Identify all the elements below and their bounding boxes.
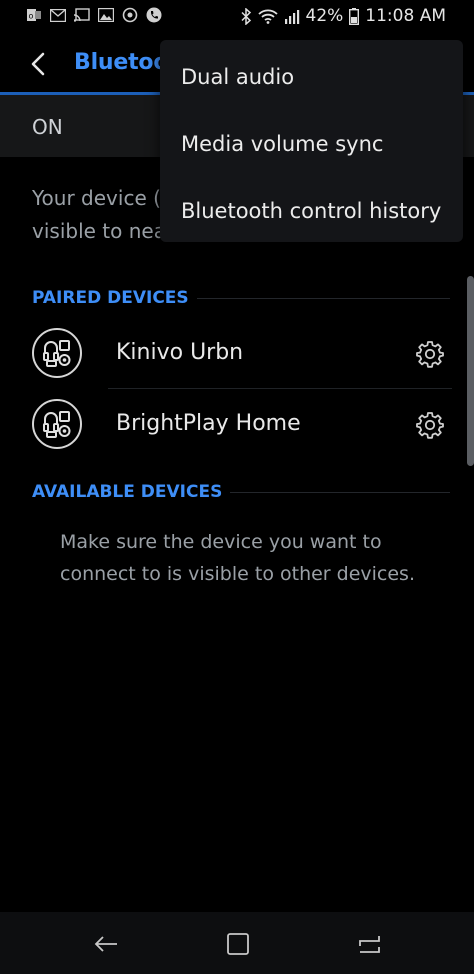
available-devices-header: AVAILABLE DEVICES: [32, 482, 450, 502]
scrollbar-thumb[interactable]: [467, 276, 474, 466]
home-square-icon: [227, 933, 249, 955]
back-button[interactable]: [22, 48, 54, 80]
cast-icon: [74, 7, 90, 23]
battery-icon: [349, 7, 360, 25]
recent-apps-icon: [359, 936, 380, 953]
paired-device-row-brightplay[interactable]: BrightPlay Home: [0, 391, 474, 461]
status-bar: o 42% 11:08 AM: [0, 0, 474, 34]
notification-icons: o: [26, 7, 162, 23]
back-arrow-icon: [94, 936, 117, 952]
email-icon: [50, 7, 66, 23]
system-status: 42% 11:08 AM: [240, 6, 446, 26]
gear-icon: [416, 412, 444, 439]
clock: 11:08 AM: [365, 6, 446, 26]
device-settings-button[interactable]: [414, 409, 446, 441]
cellular-signal-icon: [284, 9, 300, 24]
menu-item-bluetooth-control-history[interactable]: Bluetooth control history: [160, 177, 463, 244]
section-divider: [196, 297, 450, 299]
navigation-bar: [0, 912, 474, 974]
menu-item-dual-audio[interactable]: Dual audio: [160, 43, 463, 110]
gear-icon: [416, 341, 444, 368]
audio-device-icon: [32, 399, 82, 449]
device-settings-button[interactable]: [414, 338, 446, 370]
paired-devices-title: PAIRED DEVICES: [32, 288, 189, 308]
audio-device-icon: [32, 328, 82, 378]
outlook-notification-icon: o: [26, 7, 42, 23]
overflow-menu: Dual audio Media volume sync Bluetooth c…: [160, 40, 463, 242]
menu-item-media-volume-sync[interactable]: Media volume sync: [160, 110, 463, 177]
bluetooth-icon: [240, 7, 252, 25]
phone-call-icon: [146, 7, 162, 23]
paired-device-row-kinivo[interactable]: Kinivo Urbn: [0, 320, 474, 390]
row-divider: [108, 388, 452, 389]
paired-devices-header: PAIRED DEVICES: [32, 288, 450, 308]
switch-label: ON: [32, 115, 63, 139]
nav-recents-button[interactable]: [354, 928, 386, 960]
available-devices-title: AVAILABLE DEVICES: [32, 482, 223, 502]
device-name: BrightPlay Home: [116, 411, 301, 436]
sync-icon: [122, 7, 138, 23]
section-divider: [230, 491, 450, 493]
image-icon: [98, 7, 114, 23]
back-arrow-icon: [31, 52, 45, 76]
svg-text:o: o: [29, 12, 34, 21]
available-devices-hint: Make sure the device you want to connect…: [60, 531, 415, 585]
wifi-icon: [257, 9, 278, 24]
device-name: Kinivo Urbn: [116, 340, 244, 365]
battery-percent: 42%: [305, 6, 344, 26]
nav-home-button[interactable]: [222, 928, 254, 960]
nav-back-button[interactable]: [90, 928, 122, 960]
